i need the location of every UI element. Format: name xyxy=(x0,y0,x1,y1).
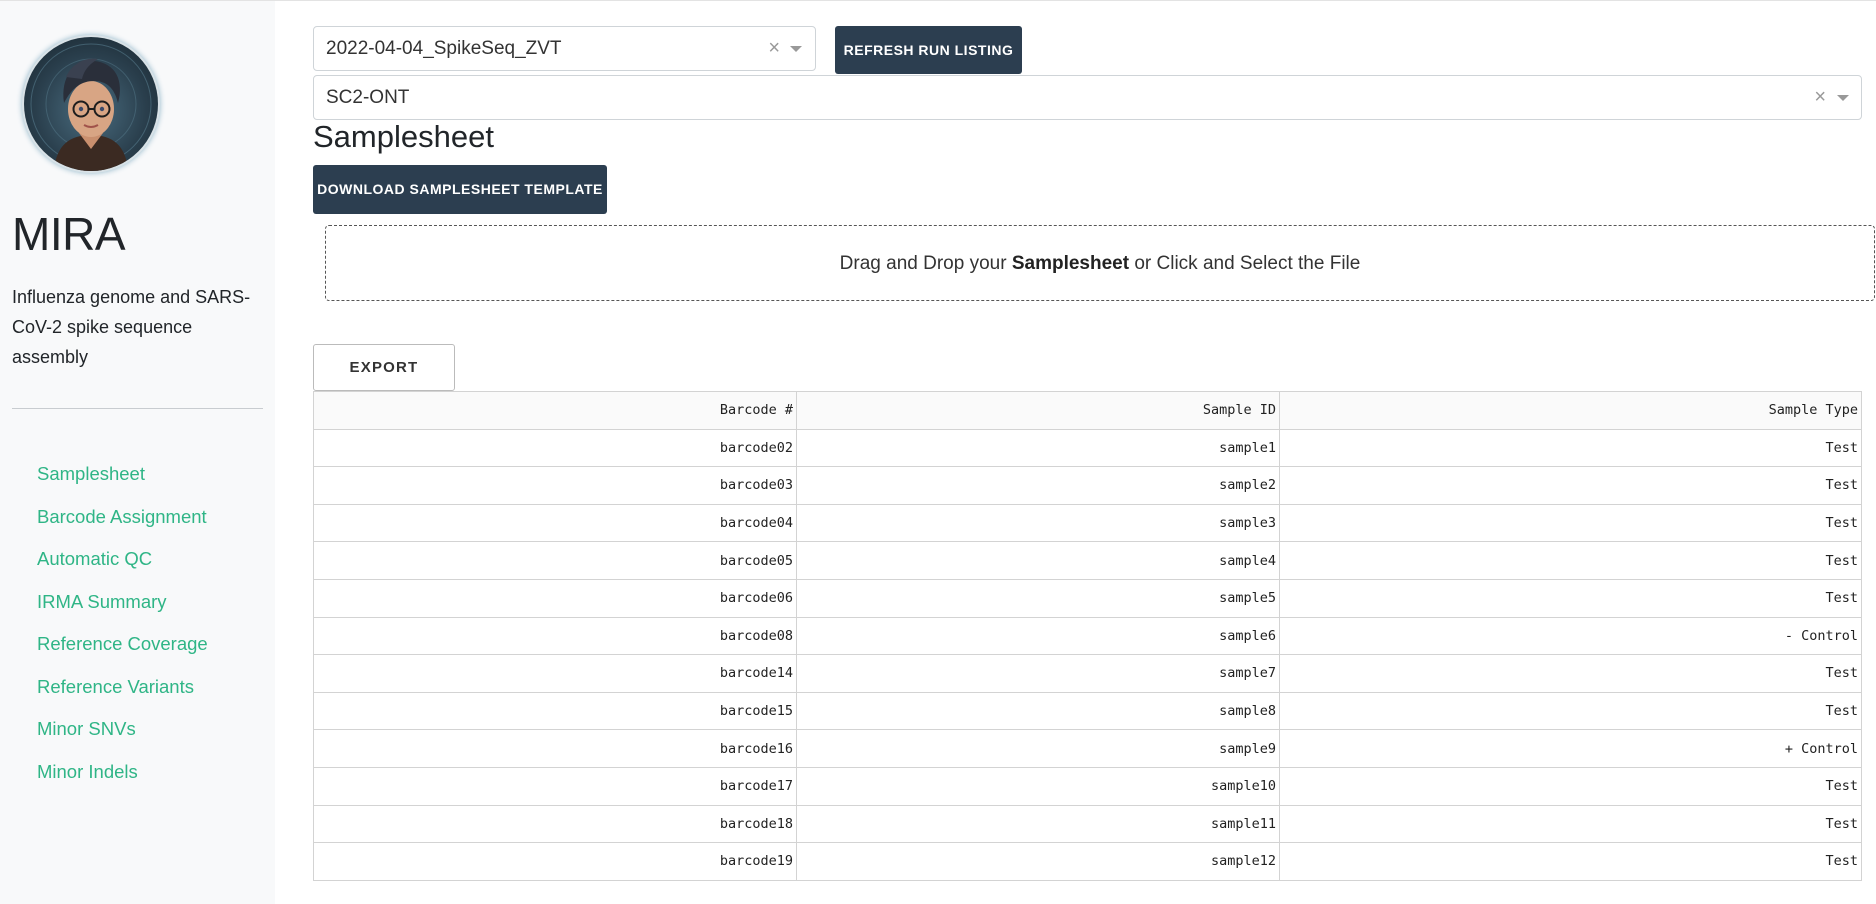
sidebar-item-irma-summary[interactable]: IRMA Summary xyxy=(37,589,208,632)
dropzone-text-bold: Samplesheet xyxy=(1011,253,1130,274)
module-select-value: SC2-ONT xyxy=(326,87,410,108)
cell-barcode[interactable]: barcode02 xyxy=(313,428,797,468)
cell-sample-id[interactable]: sample8 xyxy=(796,691,1280,731)
cell-sample-type[interactable]: + Control xyxy=(1279,729,1862,768)
chevron-down-icon[interactable] xyxy=(790,46,802,52)
module-select[interactable]: SC2-ONT × xyxy=(313,75,1862,120)
cell-sample-id[interactable]: sample3 xyxy=(796,503,1280,543)
chevron-down-icon[interactable] xyxy=(1837,95,1849,101)
table-row: barcode06 sample5 Test xyxy=(313,578,1862,618)
column-header-sample-id[interactable]: Sample ID xyxy=(796,391,1280,430)
sidebar-item-minor-indels[interactable]: Minor Indels xyxy=(37,759,208,802)
table-row: barcode16 sample9 + Control xyxy=(313,729,1862,768)
app-title: MIRA xyxy=(12,208,126,260)
cell-barcode[interactable]: barcode15 xyxy=(313,691,797,731)
run-select-value: 2022-04-04_SpikeSeq_ZVT xyxy=(326,38,562,59)
cell-sample-type[interactable]: Test xyxy=(1279,541,1862,580)
cell-barcode[interactable]: barcode19 xyxy=(313,842,797,881)
dropzone-text-prefix: Drag and Drop your xyxy=(839,253,1012,274)
cell-barcode[interactable]: barcode06 xyxy=(313,578,797,618)
table-row: barcode19 sample12 Test xyxy=(313,842,1862,881)
sidebar-divider xyxy=(12,408,263,409)
cell-sample-type[interactable]: Test xyxy=(1279,654,1862,693)
cell-sample-id[interactable]: sample12 xyxy=(796,842,1280,881)
cell-sample-id[interactable]: sample1 xyxy=(796,428,1280,468)
cell-sample-type[interactable]: Test xyxy=(1279,503,1862,543)
page-title: Samplesheet xyxy=(313,119,494,154)
table-row: barcode05 sample4 Test xyxy=(313,541,1862,580)
column-header-barcode[interactable]: Barcode # xyxy=(313,391,797,430)
table-row: barcode08 sample6- Control xyxy=(313,616,1862,656)
cell-sample-type[interactable]: - Control xyxy=(1279,616,1862,656)
table-row: barcode03 sample2 Test xyxy=(313,466,1862,505)
sidebar-item-reference-coverage[interactable]: Reference Coverage xyxy=(37,631,208,674)
column-header-sample-type[interactable]: Sample Type xyxy=(1279,391,1862,430)
cell-sample-id[interactable]: sample6 xyxy=(796,616,1280,656)
sidebar-nav: Samplesheet Barcode Assignment Automatic… xyxy=(37,461,208,801)
table-row: barcode02 sample1 Test xyxy=(313,428,1862,468)
avatar-portrait-icon xyxy=(30,43,152,171)
sidebar-item-minor-snvs[interactable]: Minor SNVs xyxy=(37,716,208,759)
cell-sample-type[interactable]: Test xyxy=(1279,766,1862,806)
cell-barcode[interactable]: barcode05 xyxy=(313,541,797,580)
cell-sample-type[interactable]: Test xyxy=(1279,842,1862,881)
table-row: barcode14 sample7 Test xyxy=(313,654,1862,693)
cell-barcode[interactable]: barcode04 xyxy=(313,503,797,543)
download-samplesheet-template-button[interactable]: DOWNLOAD SAMPLESHEET TEMPLATE xyxy=(313,165,607,214)
app-tagline: Influenza genome and SARS-CoV-2 spike se… xyxy=(12,287,251,367)
cell-barcode[interactable]: barcode08 xyxy=(313,616,797,656)
sidebar-item-samplesheet[interactable]: Samplesheet xyxy=(37,461,208,504)
cell-sample-id[interactable]: sample11 xyxy=(796,804,1280,844)
dropzone-text-suffix: or Click and Select the File xyxy=(1129,253,1361,274)
sidebar-item-automatic-qc[interactable]: Automatic QC xyxy=(37,546,208,589)
sidebar-item-barcode-assignment[interactable]: Barcode Assignment xyxy=(37,504,208,547)
clear-icon[interactable]: × xyxy=(768,27,780,70)
cell-barcode[interactable]: barcode16 xyxy=(313,729,797,768)
top-border xyxy=(0,0,1876,1)
refresh-run-listing-button[interactable]: REFRESH RUN LISTING xyxy=(835,26,1022,74)
cell-barcode[interactable]: barcode14 xyxy=(313,654,797,693)
cell-sample-type[interactable]: Test xyxy=(1279,428,1862,468)
sidebar: MIRA Influenza genome and SARS-CoV-2 spi… xyxy=(0,1,275,904)
samplesheet-dropzone[interactable]: Drag and Drop your Samplesheet or Click … xyxy=(325,225,1875,301)
sidebar-item-reference-variants[interactable]: Reference Variants xyxy=(37,674,208,717)
table-row: barcode15 sample8 Test xyxy=(313,691,1862,731)
cell-barcode[interactable]: barcode18 xyxy=(313,804,797,844)
clear-icon[interactable]: × xyxy=(1814,76,1826,119)
cell-sample-id[interactable]: sample2 xyxy=(796,466,1280,505)
table-body: barcode02 sample1 Test barcode03 sample2 Test… xyxy=(313,428,1862,881)
table-row: barcode18 sample11 Test xyxy=(313,804,1862,844)
cell-sample-id[interactable]: sample10 xyxy=(796,766,1280,806)
cell-barcode[interactable]: barcode03 xyxy=(313,466,797,505)
run-select[interactable]: 2022-04-04_SpikeSeq_ZVT × xyxy=(313,26,816,71)
table-header-row: Barcode # Sample ID Sample Type xyxy=(313,391,1862,430)
cell-sample-type[interactable]: Test xyxy=(1279,804,1862,844)
export-button[interactable]: EXPORT xyxy=(313,344,455,391)
cell-sample-type[interactable]: Test xyxy=(1279,578,1862,618)
cell-barcode[interactable]: barcode17 xyxy=(313,766,797,806)
table-row: barcode04 sample3 Test xyxy=(313,503,1862,543)
cell-sample-id[interactable]: sample4 xyxy=(796,541,1280,580)
cell-sample-id[interactable]: sample7 xyxy=(796,654,1280,693)
cell-sample-type[interactable]: Test xyxy=(1279,466,1862,505)
avatar xyxy=(24,37,158,171)
cell-sample-type[interactable]: Test xyxy=(1279,691,1862,731)
cell-sample-id[interactable]: sample5 xyxy=(796,578,1280,618)
cell-sample-id[interactable]: sample9 xyxy=(796,729,1280,768)
samplesheet-table: Barcode # Sample ID Sample Type barcode0… xyxy=(313,391,1862,881)
table-row: barcode17 sample10 Test xyxy=(313,766,1862,806)
